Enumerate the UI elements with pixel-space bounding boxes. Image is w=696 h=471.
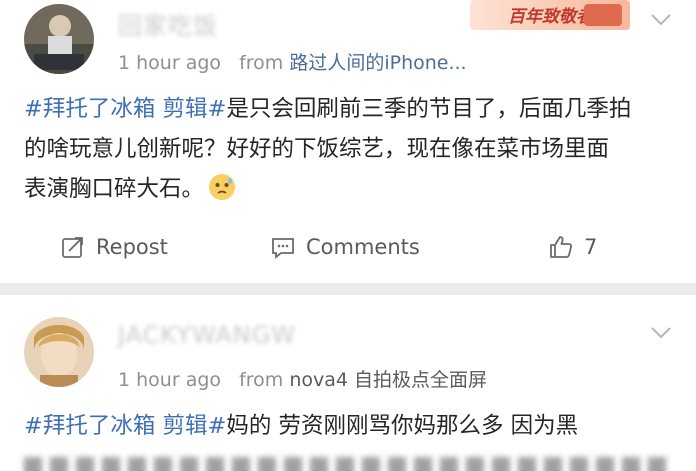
post-text-line: 妈的 劳资刚刚骂你妈那么多 因为黑 bbox=[226, 413, 579, 439]
like-count: 7 bbox=[584, 235, 598, 259]
post-text-line: 是只会回刷前三季的节目了，后面几季拍 bbox=[226, 96, 632, 122]
medal-badge: 百年致敬者 bbox=[470, 0, 630, 30]
source-name[interactable]: 路过人间的iPhone... bbox=[289, 52, 466, 74]
like-button[interactable]: 7 bbox=[548, 227, 597, 267]
post-text-line: 的啥玩意儿创新呢？好好的下饭综艺，现在像在菜市场里面 bbox=[24, 136, 610, 162]
post-time: 1 hour ago bbox=[118, 52, 222, 74]
comments-label: Comments bbox=[306, 235, 420, 259]
user-avatar[interactable] bbox=[24, 4, 94, 74]
post-separator bbox=[0, 283, 696, 295]
thumbs-up-icon bbox=[550, 236, 573, 258]
post-text-line: 表演胸口碎大石。 bbox=[24, 176, 205, 202]
repost-icon bbox=[62, 237, 83, 258]
blurred-text bbox=[24, 457, 674, 471]
repost-button[interactable]: Repost bbox=[60, 227, 168, 267]
post-content: #拜托了冰箱 剪辑#是只会回刷前三季的节目了，后面几季拍 的啥玩意儿创新呢？好好… bbox=[24, 89, 674, 209]
badge-text: 百年致敬者 bbox=[508, 7, 593, 27]
topic-link[interactable]: #拜托了冰箱 剪辑# bbox=[24, 96, 226, 122]
post-actions: Repost Comments 7 bbox=[0, 227, 696, 267]
badge-decoration bbox=[584, 4, 622, 26]
source-name[interactable]: nova4 自拍极点全面屏 bbox=[289, 369, 487, 391]
source-prefix: from bbox=[239, 52, 284, 74]
chevron-down-icon[interactable] bbox=[648, 319, 674, 345]
topic-link[interactable]: #拜托了冰箱 剪辑# bbox=[24, 413, 226, 439]
chevron-down-icon[interactable] bbox=[648, 6, 674, 32]
weibo-post: JACKYWANGW 1 hour ago from nova4 自拍极点全面屏… bbox=[0, 295, 696, 471]
weibo-post: 回家吃饭 1 hour ago from 路过人间的iPhone... 百年致敬… bbox=[0, 0, 696, 283]
post-meta: 1 hour ago from 路过人间的iPhone... bbox=[118, 48, 467, 75]
comment-icon bbox=[272, 238, 294, 259]
post-meta: 1 hour ago from nova4 自拍极点全面屏 bbox=[118, 365, 487, 392]
user-avatar[interactable] bbox=[24, 317, 94, 387]
post-time: 1 hour ago bbox=[118, 369, 222, 391]
repost-label: Repost bbox=[96, 235, 168, 259]
username[interactable]: JACKYWANGW bbox=[118, 321, 296, 349]
username[interactable]: 回家吃饭 bbox=[118, 6, 218, 41]
comments-button[interactable]: Comments bbox=[270, 227, 420, 267]
source-prefix: from bbox=[239, 369, 284, 391]
sweat-face-emoji-icon bbox=[209, 174, 236, 200]
post-content: #拜托了冰箱 剪辑#妈的 劳资刚刚骂你妈那么多 因为黑 bbox=[24, 406, 674, 446]
